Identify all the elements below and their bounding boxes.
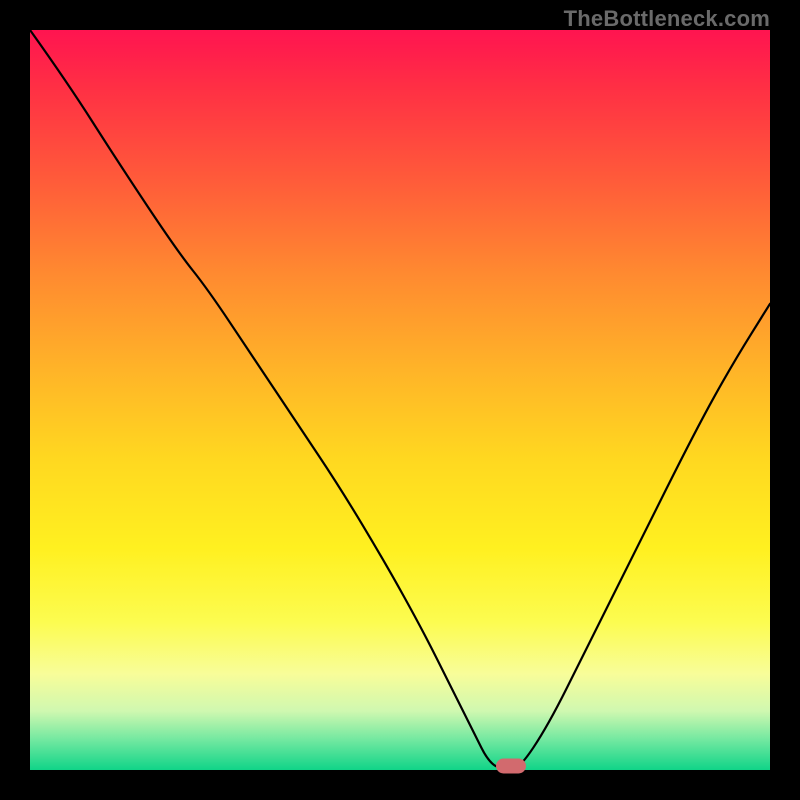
bottleneck-curve xyxy=(30,30,770,770)
plot-area xyxy=(30,30,770,770)
chart-frame: TheBottleneck.com xyxy=(0,0,800,800)
optimal-marker xyxy=(496,759,526,774)
watermark-text: TheBottleneck.com xyxy=(564,6,770,32)
